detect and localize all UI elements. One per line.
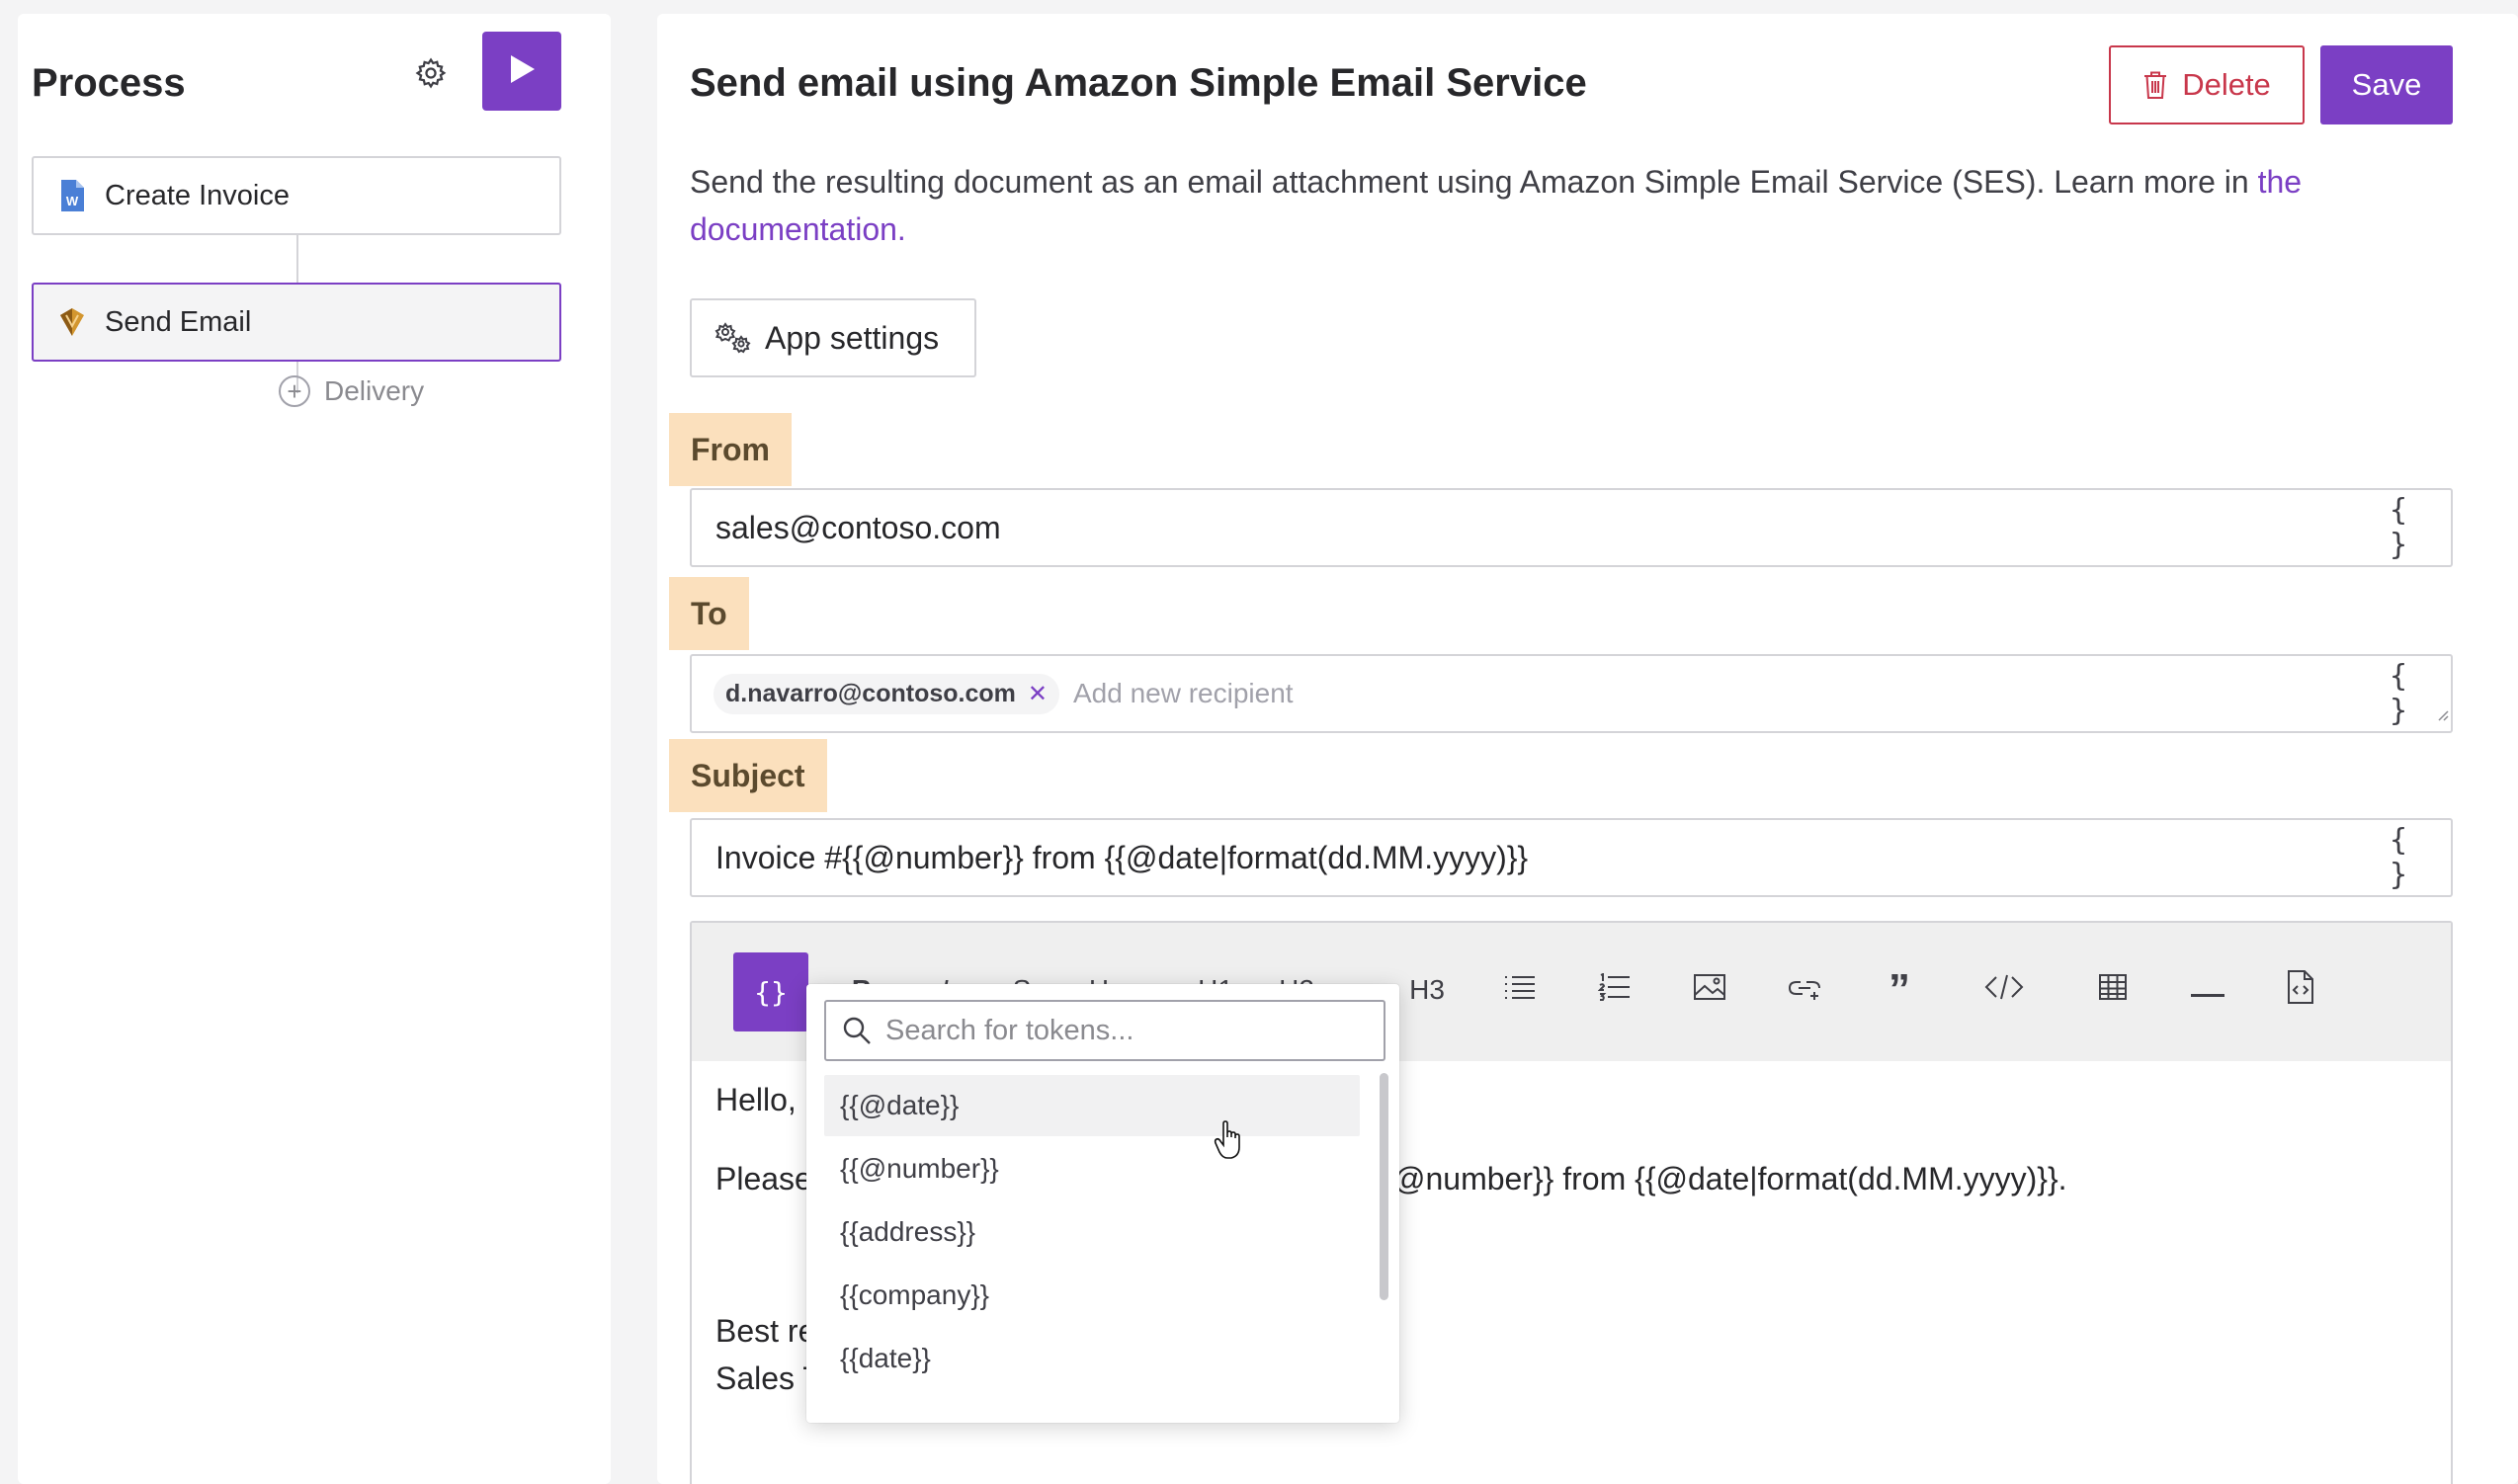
gear-icon: [414, 56, 448, 95]
step-send-email[interactable]: Send Email: [32, 283, 561, 362]
remove-recipient-icon[interactable]: ✕: [1028, 680, 1048, 708]
source-code-button[interactable]: [2263, 950, 2338, 1030]
plus-circle-icon: +: [279, 375, 310, 407]
subject-label: Subject: [669, 739, 827, 812]
blockquote-button[interactable]: ”: [1862, 950, 1937, 1030]
body-line: @number}} from {{@date|format(dd.MM.yyyy…: [1393, 1161, 2067, 1196]
token-option[interactable]: {{company}}: [824, 1265, 1360, 1326]
amazon-ses-icon: [57, 304, 87, 340]
body-line: Please: [715, 1161, 812, 1196]
add-delivery-button[interactable]: + Delivery: [279, 375, 424, 407]
step-label: Send Email: [105, 305, 252, 338]
step-connector: [296, 235, 298, 283]
link-icon: [1787, 972, 1822, 1009]
token-option[interactable]: {{@number}}: [824, 1138, 1360, 1199]
token-search-input[interactable]: [885, 1014, 1384, 1047]
token-dropdown: {{@date}} {{@number}} {{address}} {{comp…: [806, 984, 1399, 1423]
insert-link-button[interactable]: [1767, 950, 1842, 1030]
table-icon: [2098, 973, 2128, 1008]
svg-text:W: W: [66, 194, 79, 208]
gears-icon: [713, 321, 755, 355]
page-title: Send email using Amazon Simple Email Ser…: [690, 61, 1587, 105]
to-label: To: [669, 577, 749, 650]
word-document-icon: W: [57, 178, 87, 213]
run-process-button[interactable]: [482, 32, 561, 111]
numbered-list-button[interactable]: [1577, 950, 1652, 1030]
recipient-email: d.navarro@contoso.com: [725, 679, 1016, 707]
code-icon: [1984, 973, 2024, 1008]
from-value: sales@contoso.com: [715, 509, 1001, 545]
play-icon: [507, 53, 537, 90]
source-file-icon: [2287, 969, 2314, 1011]
app-settings-label: App settings: [765, 319, 940, 356]
app-settings-button[interactable]: App settings: [690, 298, 976, 377]
insert-image-button[interactable]: [1672, 950, 1747, 1030]
to-field[interactable]: d.navarro@contoso.com ✕ Add new recipien…: [690, 654, 2453, 733]
trash-icon: [2142, 70, 2168, 100]
subject-value: Invoice #{{@number}} from {{@date|format…: [715, 839, 1529, 875]
insert-token-icon[interactable]: { }: [2390, 493, 2437, 562]
token-option[interactable]: {{@date}}: [824, 1075, 1360, 1136]
search-icon: [842, 1016, 872, 1045]
image-icon: [1693, 973, 1726, 1008]
from-label: From: [669, 413, 792, 486]
numbered-list-icon: [1597, 971, 1632, 1008]
process-title: Process: [32, 61, 186, 105]
insert-token-icon[interactable]: { }: [2390, 659, 2437, 728]
body-line: Hello,: [715, 1082, 797, 1117]
bullet-list-icon: [1503, 974, 1537, 1007]
step-create-invoice[interactable]: W Create Invoice: [32, 156, 561, 235]
insert-token-icon[interactable]: { }: [2390, 823, 2437, 892]
from-field[interactable]: sales@contoso.com { }: [690, 488, 2453, 567]
heading-3-button[interactable]: H3: [1389, 950, 1465, 1030]
body-line: Best re: [715, 1313, 816, 1349]
delete-button[interactable]: Delete: [2109, 45, 2305, 124]
token-option[interactable]: {{date}}: [824, 1328, 1360, 1389]
insert-table-button[interactable]: [2075, 950, 2150, 1030]
token-list: {{@date}} {{@number}} {{address}} {{comp…: [824, 1075, 1360, 1391]
save-button[interactable]: Save: [2320, 45, 2453, 124]
resize-grip-icon[interactable]: [2435, 693, 2449, 729]
insert-token-button[interactable]: {}: [733, 952, 808, 1031]
bullet-list-button[interactable]: [1482, 950, 1557, 1030]
step-label: Create Invoice: [105, 179, 290, 211]
delivery-label: Delivery: [324, 375, 425, 406]
token-option[interactable]: {{address}}: [824, 1201, 1360, 1263]
description-text: Send the resulting document as an email …: [690, 164, 2258, 200]
add-recipient-input[interactable]: Add new recipient: [1073, 678, 1294, 709]
horizontal-rule-button[interactable]: [2170, 950, 2245, 1030]
horizontal-rule-icon: [2191, 974, 2224, 1006]
process-settings-button[interactable]: [405, 49, 457, 101]
token-list-scrollbar[interactable]: [1380, 1073, 1388, 1300]
recipient-chip: d.navarro@contoso.com ✕: [713, 673, 1059, 714]
subject-field[interactable]: Invoice #{{@number}} from {{@date|format…: [690, 818, 2453, 897]
delete-label: Delete: [2182, 67, 2271, 102]
step-description: Send the resulting document as an email …: [690, 158, 2459, 253]
token-search-field[interactable]: [824, 1000, 1385, 1061]
code-button[interactable]: [1967, 950, 2042, 1030]
